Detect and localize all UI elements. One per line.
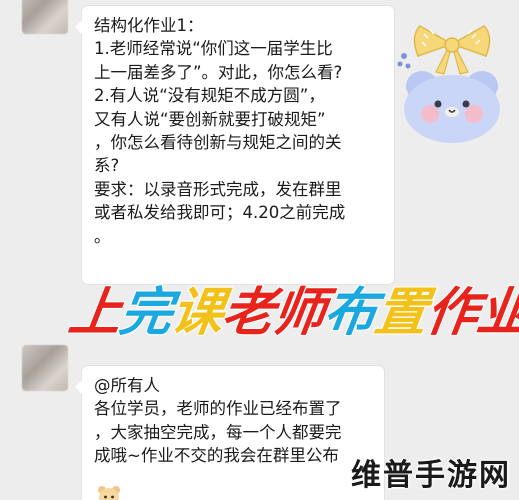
bear-with-bow-sticker-icon — [397, 25, 500, 143]
sender-avatar[interactable] — [22, 0, 68, 34]
message-line: 1.老师经常说“你们这一届学生比 — [94, 39, 333, 59]
message-line: 又有人说“要创新就要打破规矩” — [94, 109, 326, 129]
bear-emoji-sticker-icon — [98, 486, 120, 500]
message-bubble-announcement[interactable]: @所有人 各位学员，老师的作业已经布置了 ，大家抽空完成，每一个人都要完 成哦~… — [75, 366, 384, 500]
message-line: 上一届差多了”。对此，你怎么看? — [94, 62, 343, 82]
message-line: 结构化作业1： — [94, 16, 204, 35]
message-line: 成哦~作业不交的我会在群里公布 — [94, 446, 339, 466]
overlay-title: 上完课老师布置作业 — [64, 270, 519, 345]
message-line: 。 — [94, 226, 111, 246]
message-line: 或者私发给我即可；4.20之前完成 — [94, 203, 346, 223]
message-line: 各位学员，老师的作业已经布置了 — [94, 399, 342, 419]
message-line: 2.有人说“没有规矩不成方圆”， — [94, 86, 325, 106]
message-line: 要求：以录音形式完成，发在群里 — [94, 179, 342, 199]
watermark: 维普手游网 — [351, 458, 511, 493]
message-bubble-assignment[interactable]: 结构化作业1： 1.老师经常说“你们这一届学生比 上一届差多了”。对此，你怎么看… — [75, 6, 394, 284]
message-line: 系? — [94, 156, 120, 176]
message-line: ，大家抽空完成，每一个人都要完 — [94, 422, 342, 442]
sender-avatar[interactable] — [22, 345, 68, 391]
message-line: @所有人 — [94, 376, 160, 395]
message-line: ，你怎么看待创新与规矩之间的关 — [94, 133, 342, 153]
